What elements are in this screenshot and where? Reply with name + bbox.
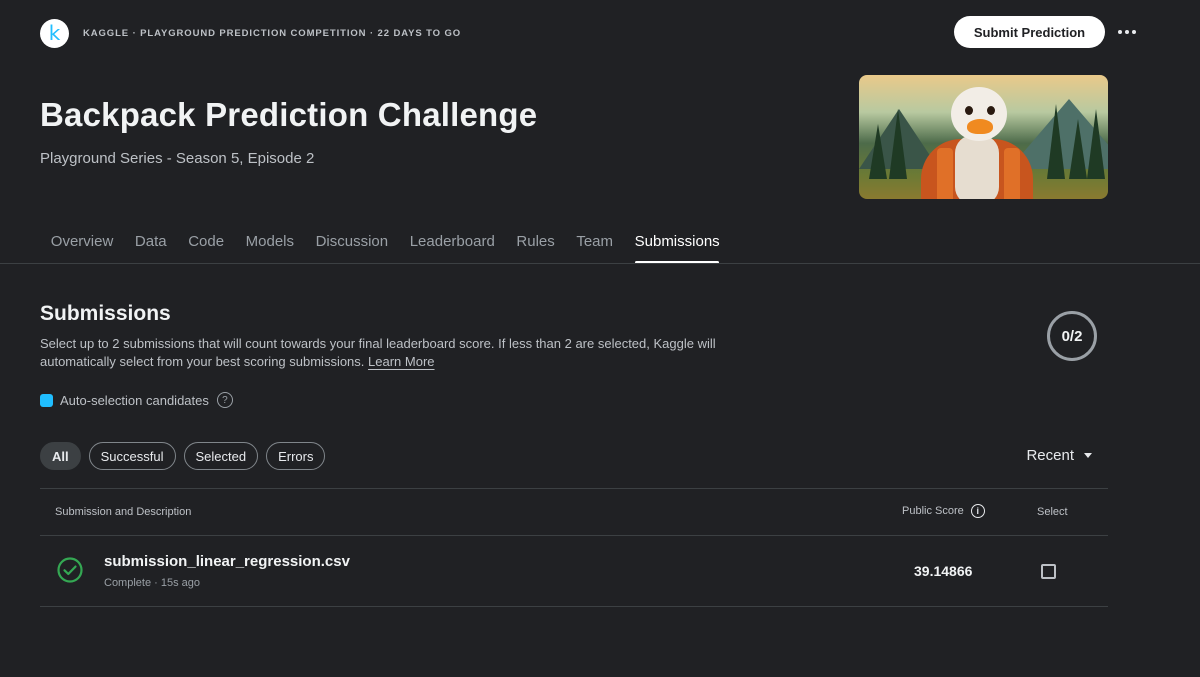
tab-overview[interactable]: Overview [40, 222, 124, 262]
column-description: Submission and Description [55, 506, 192, 518]
caret-down-icon [1084, 453, 1092, 458]
submissions-description: Select up to 2 submissions that will cou… [40, 335, 760, 371]
competition-hero-image [859, 75, 1108, 199]
sort-label: Recent [1026, 447, 1074, 464]
tab-data[interactable]: Data [124, 222, 177, 262]
logo-letter: k [48, 21, 61, 45]
sort-dropdown[interactable]: Recent [1026, 447, 1092, 464]
column-select: Select [1037, 506, 1068, 518]
filter-all[interactable]: All [40, 442, 81, 470]
table-header: Submission and Description Public Score … [40, 488, 1108, 536]
filter-errors[interactable]: Errors [266, 442, 326, 470]
competition-subtitle: Playground Series - Season 5, Episode 2 [40, 150, 315, 167]
auto-selection-legend: Auto-selection candidates ? [40, 392, 233, 408]
check-circle-icon [57, 557, 83, 583]
filter-chips: All Successful Selected Errors [40, 442, 326, 470]
tab-models[interactable]: Models [235, 222, 305, 262]
tab-submissions[interactable]: Submissions [624, 222, 731, 264]
info-icon[interactable]: i [970, 504, 985, 518]
help-icon[interactable]: ? [216, 392, 233, 408]
more-options-icon[interactable] [1114, 20, 1140, 44]
filter-successful[interactable]: Successful [88, 442, 176, 470]
tab-rules[interactable]: Rules [506, 222, 566, 262]
tab-code[interactable]: Code [177, 222, 234, 262]
submissions-table: Submission and Description Public Score … [40, 488, 1108, 607]
submission-filename[interactable]: submission_linear_regression.csv [104, 553, 350, 570]
learn-more-link[interactable]: Learn More [368, 354, 434, 369]
selection-counter: 0/2 [1047, 311, 1097, 361]
filter-selected[interactable]: Selected [183, 442, 259, 470]
column-public-score: Public Score i [902, 504, 985, 518]
tabs-divider [0, 263, 1200, 264]
select-checkbox[interactable] [1041, 564, 1056, 579]
kaggle-logo[interactable]: k [40, 18, 69, 48]
public-score: 39.14866 [914, 563, 973, 579]
submissions-heading: Submissions [40, 302, 171, 325]
column-score-label: Public Score [902, 505, 964, 517]
table-row: submission_linear_regression.csv Complet… [40, 536, 1108, 607]
tab-discussion[interactable]: Discussion [305, 222, 399, 262]
tab-team[interactable]: Team [566, 222, 624, 262]
submit-prediction-button[interactable]: Submit Prediction [954, 16, 1105, 48]
competition-title: Backpack Prediction Challenge [40, 96, 538, 133]
legend-label: Auto-selection candidates [60, 392, 209, 408]
legend-swatch [40, 393, 53, 407]
submission-status: Complete · 15s ago [104, 577, 200, 589]
breadcrumb: KAGGLE · PLAYGROUND PREDICTION COMPETITI… [83, 27, 462, 39]
competition-tabs: Overview Data Code Models Discussion Lea… [40, 222, 730, 264]
tab-leaderboard[interactable]: Leaderboard [399, 222, 506, 262]
